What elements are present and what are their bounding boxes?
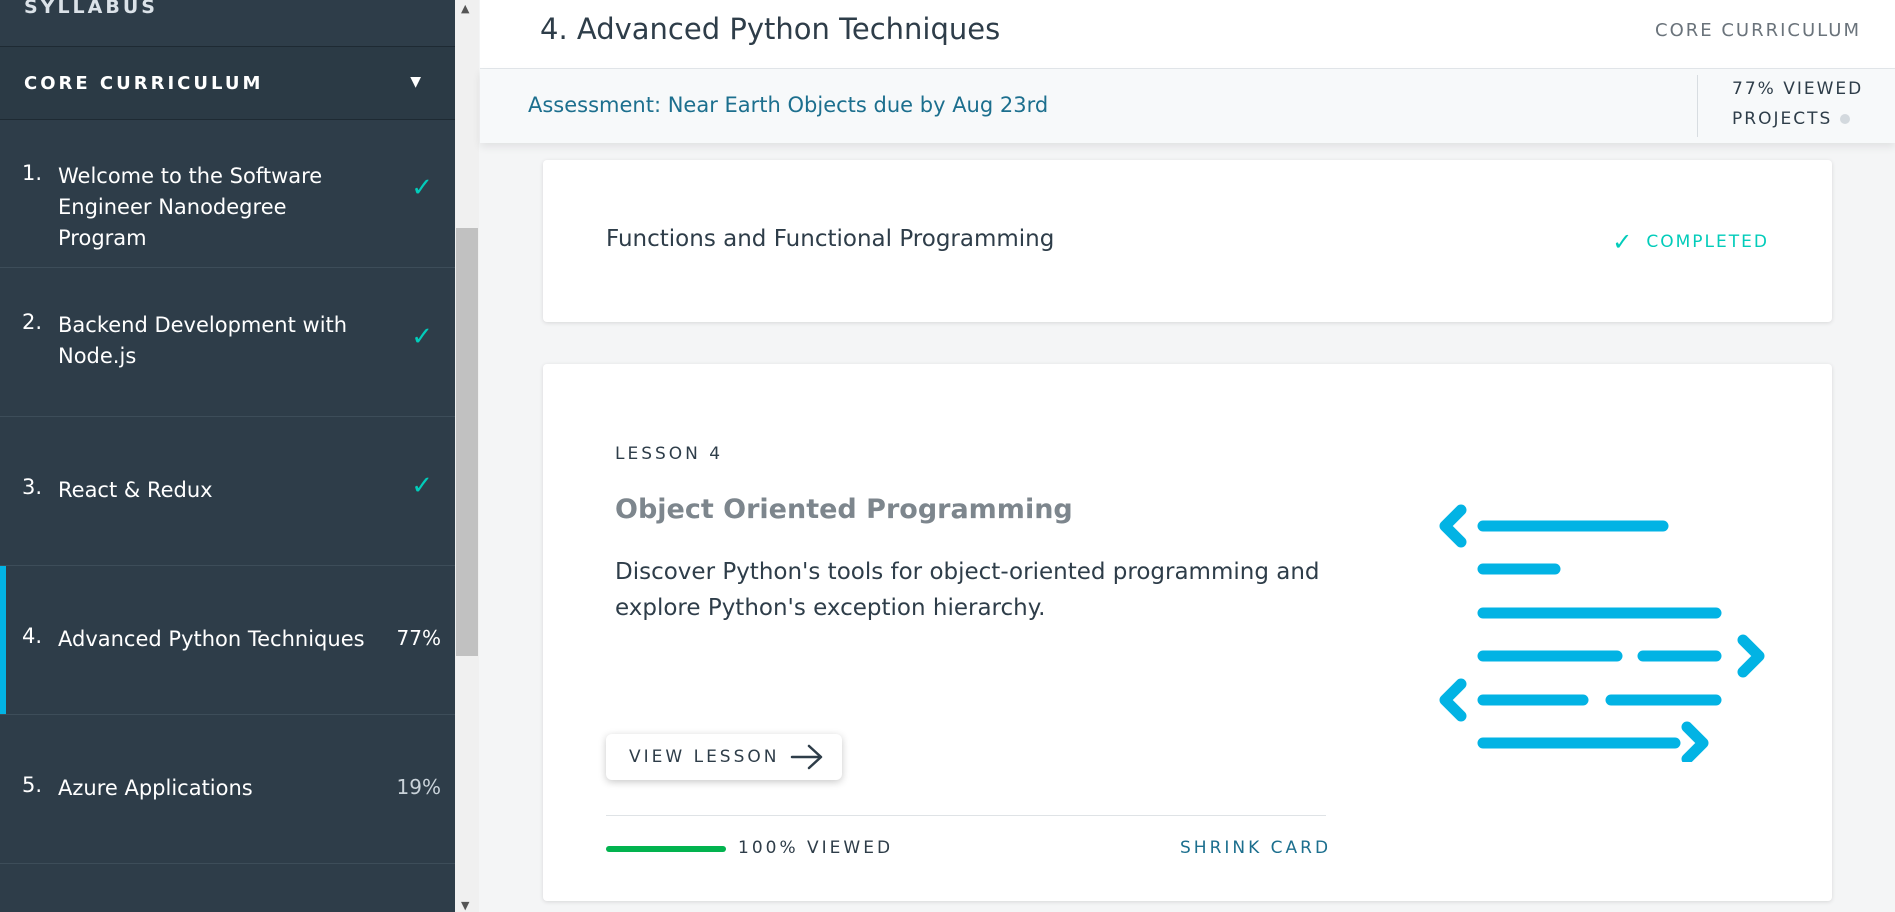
status-dot-icon	[1840, 114, 1851, 124]
assessment-link[interactable]: Assessment: Near Earth Objects due by Au…	[528, 93, 1048, 117]
completed-badge: ✓ COMPLETED	[1612, 228, 1769, 256]
projects-status[interactable]: PROJECTS	[1732, 109, 1851, 129]
top-bar: 4. Advanced Python Techniques CORE CURRI…	[480, 0, 1895, 69]
sidebar-item-react[interactable]: 3. React & Redux ✓	[0, 417, 455, 566]
shrink-card-button[interactable]: SHRINK CARD	[1180, 838, 1331, 858]
sidebar-item-number: 1.	[22, 161, 43, 185]
check-icon: ✓	[1612, 228, 1635, 256]
scroll-down-arrow-icon[interactable]: ▼	[461, 899, 469, 912]
sidebar-item-label: Backend Development with Node.js	[58, 313, 348, 368]
sidebar-item-welcome[interactable]: 1. Welcome to the Software Engineer Nano…	[0, 119, 455, 268]
lesson-card: LESSON 4 Object Oriented Programming Dis…	[543, 364, 1832, 901]
lesson-number: LESSON 4	[615, 444, 724, 464]
sidebar-item-azure[interactable]: 5. Azure Applications 19%	[0, 715, 455, 864]
lesson-progress-bar	[606, 846, 726, 852]
progress-percent: 77%	[396, 626, 441, 650]
view-lesson-button[interactable]: VIEW LESSON	[606, 734, 842, 780]
divider	[1697, 75, 1698, 137]
scroll-thumb[interactable]	[456, 228, 478, 656]
caret-down-icon: ▼	[410, 74, 421, 90]
concept-card-completed[interactable]: Functions and Functional Programming ✓ CO…	[543, 160, 1832, 322]
viewed-percent-label: 77% VIEWED	[1732, 79, 1864, 99]
check-icon: ✓	[411, 322, 433, 352]
divider	[606, 815, 1326, 816]
sidebar-item-label: Advanced Python Techniques	[58, 627, 365, 651]
curriculum-header-label: CORE CURRICULUM	[1655, 20, 1861, 41]
sidebar-item-label: React & Redux	[58, 478, 213, 502]
progress-percent: 19%	[396, 775, 441, 799]
sidebar-item-number: 2.	[22, 310, 43, 334]
projects-label: PROJECTS	[1732, 109, 1833, 129]
sidebar-item-number: 5.	[22, 773, 43, 797]
syllabus-label: SYLLABUS	[24, 0, 158, 18]
progress-fill	[606, 846, 726, 852]
curriculum-label: CORE CURRICULUM	[24, 73, 264, 94]
lesson-viewed-label: 100% VIEWED	[738, 838, 894, 858]
sidebar-scrollbar[interactable]: ▲ ▼	[455, 0, 479, 912]
scroll-up-arrow-icon[interactable]: ▲	[461, 2, 469, 15]
sidebar-item-label: Azure Applications	[58, 776, 253, 800]
sidebar-item-number: 3.	[22, 475, 43, 499]
sidebar-item-number: 4.	[22, 624, 43, 648]
sidebar: SYLLABUS CORE CURRICULUM ▼ 1. Welcome to…	[0, 0, 455, 912]
arrow-right-icon	[790, 744, 823, 770]
sidebar-item-backend[interactable]: 2. Backend Development with Node.js ✓	[0, 268, 455, 417]
active-indicator	[0, 566, 6, 714]
card-title: Functions and Functional Programming	[606, 226, 1055, 252]
sidebar-item-advanced-python[interactable]: 4. Advanced Python Techniques 77%	[0, 566, 455, 715]
sidebar-item-label: Welcome to the Software Engineer Nanodeg…	[58, 164, 323, 250]
check-icon: ✓	[411, 173, 433, 203]
check-icon: ✓	[411, 471, 433, 501]
assessment-bar: Assessment: Near Earth Objects due by Au…	[480, 69, 1895, 143]
code-lines-illustration	[1439, 504, 1765, 762]
lesson-title: Object Oriented Programming	[615, 494, 1073, 525]
view-lesson-label: VIEW LESSON	[629, 747, 780, 767]
curriculum-dropdown[interactable]: CORE CURRICULUM ▼	[0, 46, 455, 120]
completed-label: COMPLETED	[1646, 232, 1769, 252]
lesson-description: Discover Python's tools for object-orien…	[615, 559, 1320, 621]
page-title: 4. Advanced Python Techniques	[540, 12, 1001, 46]
